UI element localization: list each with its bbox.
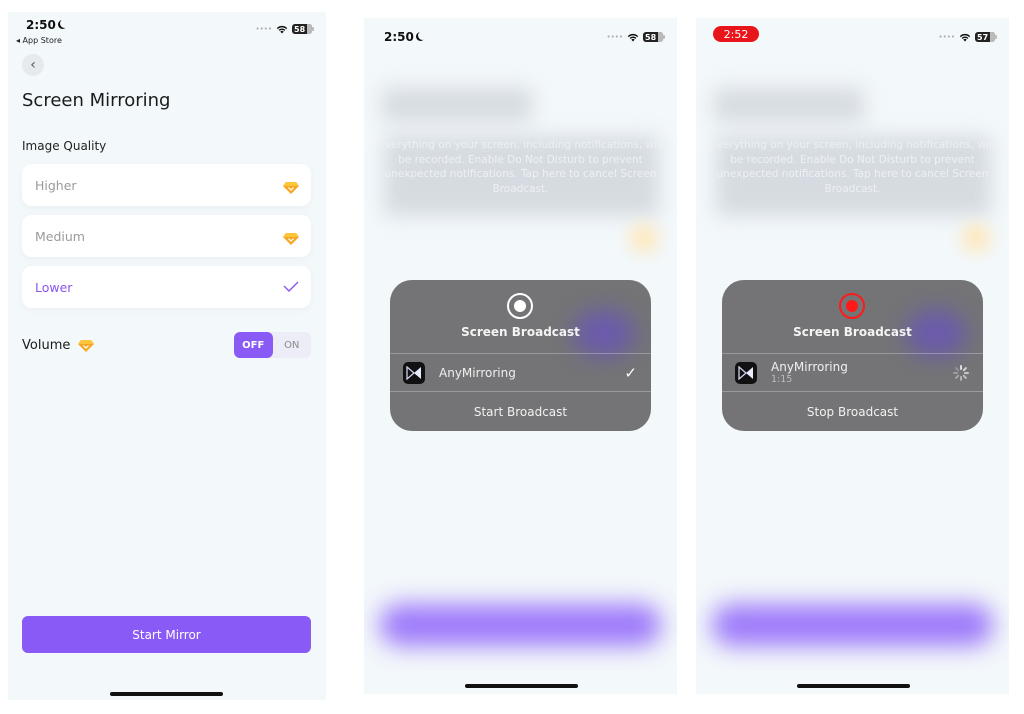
signal-icon: •••• <box>938 33 955 41</box>
battery-level: 57 <box>977 32 989 42</box>
broadcast-active-screen: 2:52 •••• 57 Everything on your screen, … <box>696 18 1009 694</box>
volume-on-option[interactable]: ON <box>273 332 312 358</box>
chevron-left-icon: ‹ <box>30 57 36 73</box>
loading-spinner-icon <box>953 364 969 381</box>
sheet-title: Screen Broadcast <box>793 325 912 339</box>
moon-icon <box>418 31 427 40</box>
status-icons: •••• 58 <box>255 24 314 34</box>
back-to-app-store-link[interactable]: ◂ App Store <box>16 36 62 45</box>
sheet-title: Screen Broadcast <box>461 325 580 339</box>
back-button[interactable]: ‹ <box>22 54 44 76</box>
signal-icon: •••• <box>606 33 623 41</box>
start-mirror-button[interactable]: Start Mirror <box>22 616 311 653</box>
recording-notice[interactable]: Everything on your screen, including not… <box>374 138 667 196</box>
broadcast-picker-screen: 2:50 •••• 58 Everything on your screen, … <box>364 18 677 694</box>
option-label: Lower <box>35 279 73 295</box>
volume-off-option[interactable]: OFF <box>234 332 273 358</box>
volume-toggle[interactable]: OFF ON <box>234 332 311 358</box>
checkmark-icon <box>283 278 299 296</box>
option-label: Medium <box>35 228 85 244</box>
status-icons: •••• 57 <box>938 32 997 42</box>
volume-label: Volume <box>22 338 71 353</box>
premium-gem-icon <box>283 179 299 194</box>
blurred-start-mirror-button <box>380 604 661 646</box>
battery-level: 58 <box>294 24 306 34</box>
time-text: 2:50 <box>26 18 56 32</box>
signal-icon: •••• <box>255 25 272 33</box>
checkmark-icon: ✓ <box>624 363 637 382</box>
screen-broadcast-sheet: Screen Broadcast AnyMirroring ✓ Start Br… <box>390 280 651 431</box>
app-name: AnyMirroring <box>439 365 516 380</box>
recording-time-pill[interactable]: 2:52 <box>713 26 759 42</box>
recording-icon <box>839 293 865 319</box>
volume-row: Volume <box>22 338 95 353</box>
record-icon <box>507 293 533 319</box>
battery-icon: 58 <box>292 24 314 34</box>
screen-mirroring-screen: 2:50 ◂ App Store •••• 58 ‹ Screen Mirror… <box>8 12 326 700</box>
wifi-icon <box>276 25 288 34</box>
premium-gem-icon <box>283 230 299 245</box>
anymirroring-app-icon <box>735 361 757 384</box>
image-quality-label: Image Quality <box>22 139 107 153</box>
battery-icon: 58 <box>643 32 665 42</box>
home-indicator <box>797 684 910 688</box>
page-title: Screen Mirroring <box>22 90 171 111</box>
battery-level: 58 <box>645 32 657 42</box>
anymirroring-app-icon <box>403 361 425 384</box>
quality-option-lower[interactable]: Lower <box>22 266 311 308</box>
recording-notice[interactable]: Everything on your screen, including not… <box>706 138 999 196</box>
broadcast-app-row[interactable]: AnyMirroring ✓ <box>390 353 651 392</box>
blurred-background-title <box>714 88 864 122</box>
blurred-background-gem <box>961 223 991 253</box>
premium-gem-icon <box>78 339 95 352</box>
blurred-start-mirror-button <box>712 604 993 646</box>
wifi-icon <box>959 33 971 42</box>
quality-option-medium[interactable]: Medium <box>22 215 311 257</box>
broadcast-app-row[interactable]: AnyMirroring 1:15 <box>722 353 983 392</box>
start-broadcast-button[interactable]: Start Broadcast <box>390 392 651 431</box>
wifi-icon <box>627 33 639 42</box>
status-time: 2:50 <box>26 18 65 32</box>
time-text: 2:50 <box>384 30 414 44</box>
stop-broadcast-button[interactable]: Stop Broadcast <box>722 392 983 431</box>
app-name: AnyMirroring <box>771 360 848 374</box>
battery-icon: 57 <box>975 32 997 42</box>
time-text: 2:52 <box>723 27 749 41</box>
blurred-background-gem <box>629 223 659 253</box>
status-icons: •••• 58 <box>606 32 665 42</box>
elapsed-time: 1:15 <box>771 374 793 385</box>
option-label: Higher <box>35 177 77 193</box>
blurred-background-title <box>382 88 532 122</box>
status-time: 2:50 <box>384 30 423 44</box>
quality-option-higher[interactable]: Higher <box>22 164 311 206</box>
home-indicator <box>110 692 223 696</box>
moon-icon <box>60 19 69 28</box>
screen-broadcast-sheet: Screen Broadcast AnyMirroring 1:15 Stop … <box>722 280 983 431</box>
home-indicator <box>465 684 578 688</box>
